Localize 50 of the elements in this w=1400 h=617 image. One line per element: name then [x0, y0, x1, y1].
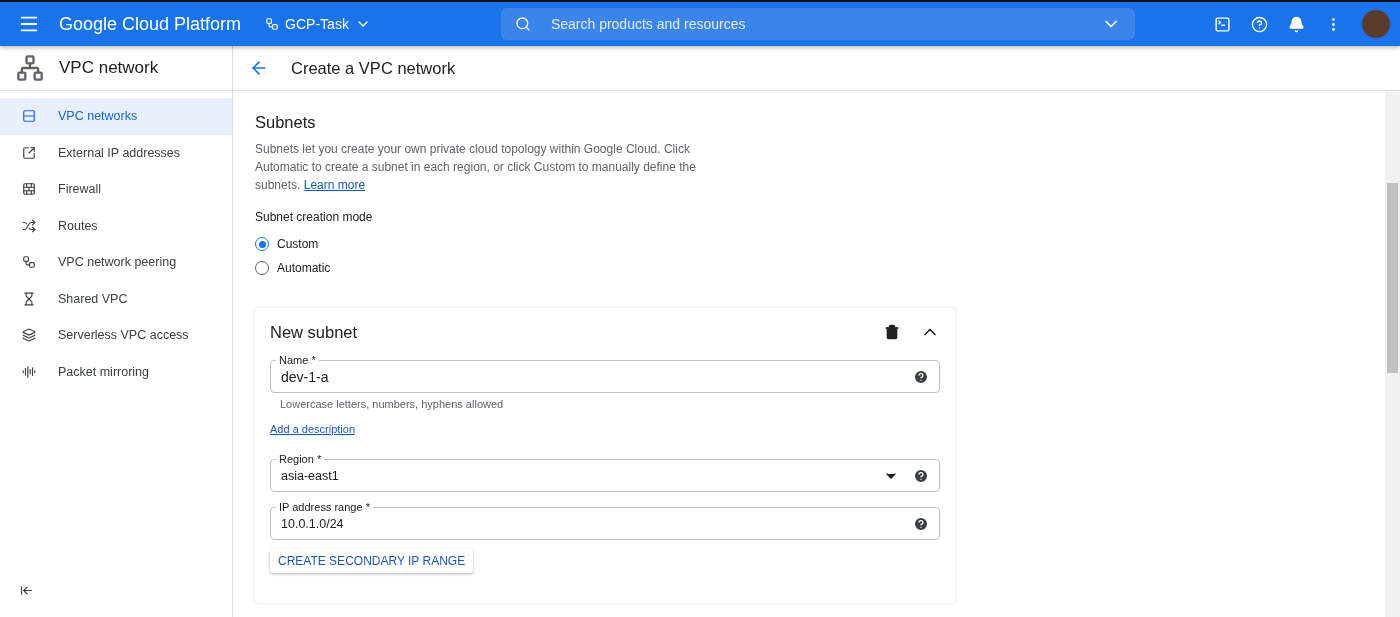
create-secondary-range-button[interactable]: CREATE SECONDARY IP RANGE — [270, 549, 474, 573]
sidebar-item[interactable]: Serverless VPC access — [0, 317, 232, 354]
product-name: Google Cloud Platform — [59, 13, 242, 35]
sidebar-item[interactable]: VPC network peering — [0, 244, 232, 281]
collapse-icon[interactable] — [20, 584, 33, 597]
section-description: Subnets let you create your own private cloud topology within Google Cloud. Click Automatic to create a subnet in each region, or click Custom to manually define the subnets. Learn more — [255, 141, 697, 194]
workflow-icon — [22, 255, 36, 270]
scrollbar[interactable] — [1385, 91, 1400, 617]
field-value: dev-1-a — [281, 368, 330, 385]
project-icon — [265, 17, 280, 31]
field-value: 10.0.1.0/24 — [281, 516, 345, 531]
sidebar-item[interactable]: VPC networks — [0, 98, 232, 135]
help-icon[interactable] — [913, 467, 929, 484]
search-bar[interactable]: Search products and resources — [500, 8, 1135, 40]
bell-icon[interactable] — [1288, 15, 1305, 33]
field-label: IP address range * — [276, 501, 373, 514]
sound-bars-icon — [22, 364, 36, 379]
delete-icon[interactable] — [884, 324, 900, 340]
field-label: Name * — [276, 354, 319, 367]
sidebar-item[interactable]: Shared VPC — [0, 280, 232, 317]
sidebar-item[interactable]: External IP addresses — [0, 134, 232, 171]
section-title: Subnets — [255, 113, 317, 132]
help-icon[interactable] — [913, 368, 929, 385]
add-description-link[interactable]: Add a description — [270, 423, 355, 435]
sidebar-title: VPC network — [59, 58, 159, 78]
avatar[interactable] — [1362, 10, 1390, 38]
sidebar-item[interactable]: Firewall — [0, 171, 232, 208]
search-field[interactable]: Search products and resources — [548, 15, 1101, 33]
shuffle-icon — [22, 218, 36, 233]
mode-label: Subnet creation mode — [255, 210, 374, 224]
sidebar-item[interactable]: Routes — [0, 207, 232, 244]
field-hint: Lowercase letters, numbers, hyphens allowed — [280, 398, 505, 410]
card-title: New subnet — [270, 322, 359, 342]
sidebar-item[interactable]: Packet mirroring — [0, 353, 232, 390]
learn-more-link[interactable]: Learn more — [303, 178, 366, 192]
help-icon[interactable] — [913, 515, 929, 532]
field-value: asia-east1 — [281, 468, 340, 483]
field-label: Region * — [276, 453, 325, 466]
project-selector[interactable]: GCP-Task — [265, 16, 371, 32]
terminal-icon[interactable] — [1214, 15, 1231, 33]
network-icon — [16, 54, 44, 82]
page-title: Create a VPC network — [291, 58, 456, 78]
brick-wall-icon — [22, 182, 36, 197]
external-link-icon — [22, 145, 36, 160]
help-icon[interactable] — [1251, 15, 1268, 33]
layers-icon — [22, 328, 36, 343]
search-icon — [514, 16, 531, 32]
radio-label: Custom — [277, 237, 319, 251]
radio-label: Automatic — [277, 261, 331, 275]
list-icon — [22, 109, 36, 124]
